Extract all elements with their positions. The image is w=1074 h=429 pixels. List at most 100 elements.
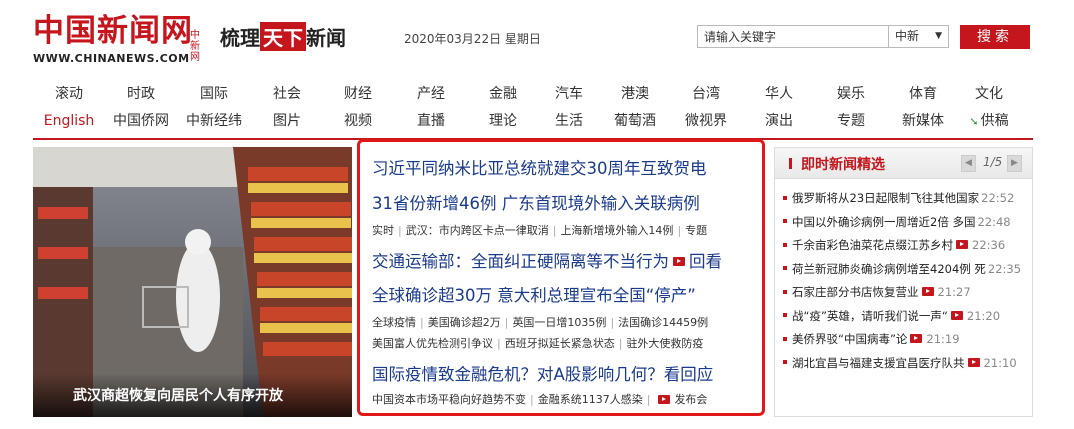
headline-1[interactable]: 习近平同纳米比亚总统就建交30周年互致贺电 <box>372 155 707 179</box>
nav-item[interactable]: ➘ 供稿 <box>969 110 1008 133</box>
prev-page-button[interactable]: ◀ <box>961 155 976 172</box>
headline-4[interactable]: 全球确诊超30万 意大利总理宣布全国“停产” <box>372 282 696 306</box>
news-item-time: 21:20 <box>966 308 1001 323</box>
nav-item[interactable]: 产经 <box>417 83 445 105</box>
search-scope-value: 中新 <box>895 29 920 43</box>
news-item[interactable]: 湖北宜昌与福建支援宜昌医疗队共 21:10 <box>783 355 1028 375</box>
nav-item-label: 娱乐 <box>837 86 865 102</box>
news-item[interactable]: 美侨界驳“中国病毒”论 21:19 <box>783 331 1028 351</box>
sub-link[interactable]: 全球疫情 <box>372 316 416 329</box>
nav-item[interactable]: 财经 <box>344 83 372 105</box>
nav-item[interactable]: 国际 <box>200 83 228 105</box>
nav-item[interactable]: 文化 <box>975 83 1003 105</box>
headline-2[interactable]: 31省份新增46例 广东首现境外输入关联病例 <box>372 190 700 214</box>
nav-item[interactable]: 社会 <box>273 83 301 105</box>
sub-link[interactable]: 实时 <box>372 224 394 237</box>
news-item[interactable]: 千余亩彩色油菜花点缀江苏乡村 22:36 <box>783 237 1028 257</box>
sub-link[interactable]: 中国资本市场平稳向好趋势不变 <box>372 393 526 406</box>
sub-link[interactable]: 美国确诊超2万 <box>428 316 501 329</box>
search-button[interactable]: 搜索 <box>960 25 1030 49</box>
replay-link[interactable]: 回看 <box>689 252 722 271</box>
news-item-time: 21:27 <box>937 285 971 299</box>
nav-item[interactable]: 直播 <box>417 110 445 132</box>
bullet-icon <box>783 219 787 223</box>
sub-link[interactable]: 美国富人优先检测引争议 <box>372 337 493 350</box>
news-item-time: 21:10 <box>983 355 1017 370</box>
nav-item[interactable]: 视频 <box>344 110 372 132</box>
nav-item[interactable]: 专题 <box>837 110 865 132</box>
news-item-time: 21:19 <box>926 332 960 346</box>
nav-item[interactable]: 微视界 <box>685 110 727 132</box>
bullet-icon <box>783 313 787 317</box>
search-scope-select[interactable]: 中新 ▼ <box>888 26 948 47</box>
sub-link[interactable]: 驻外大使救防疫 <box>626 337 703 350</box>
nav-item[interactable]: 中国侨网 <box>113 110 169 132</box>
news-item-title: 战“疫”英雄，请听我们说一声“ <box>792 308 948 323</box>
news-item[interactable]: 战“疫”英雄，请听我们说一声“ 21:20 <box>783 308 1028 328</box>
bullet-icon <box>783 336 787 341</box>
nav-item-label: 华人 <box>765 86 793 102</box>
nav-item-label: 财经 <box>344 86 372 102</box>
nav-item-label: 生活 <box>555 113 583 129</box>
nav-item[interactable]: 生活 <box>555 110 583 132</box>
logo-chinese: 中国新闻网 <box>33 13 193 49</box>
page-indicator: 1/5 <box>983 155 1003 169</box>
nav-item-label: English <box>43 113 95 129</box>
news-item-time: 22:36 <box>972 238 1006 252</box>
nav-item-label: 滚动 <box>55 86 83 102</box>
nav-item[interactable]: 中新经纬 <box>186 110 242 132</box>
news-item[interactable]: 俄罗斯将从23日起限制飞往其他国家 22:52 <box>783 190 1028 210</box>
nav-item[interactable]: 图片 <box>273 110 301 132</box>
video-icon <box>956 240 968 249</box>
sub-link[interactable]: 专题 <box>685 224 707 237</box>
nav-item-label: 文化 <box>975 86 1003 102</box>
news-item-title: 千余亩彩色油菜花点缀江苏乡村 <box>792 238 953 252</box>
sub-link[interactable]: 英国一日增1035例 <box>512 316 606 329</box>
slogan-box: 天下 <box>260 22 306 51</box>
featured-photo[interactable]: 武汉商超恢复向居民个人有序开放 <box>33 147 352 417</box>
news-item[interactable]: 中国以外确诊病例一周增近2倍 多国 22:48 <box>783 214 1028 234</box>
nav-item[interactable]: 华人 <box>765 83 793 105</box>
nav-item[interactable]: 体育 <box>909 83 937 105</box>
news-item[interactable]: 石家庄部分书店恢复营业 21:27 <box>783 284 1028 304</box>
nav-item-label: 演出 <box>765 113 793 129</box>
search-input[interactable] <box>698 26 888 47</box>
sub-link[interactable]: 法国确诊14459例 <box>618 316 708 329</box>
nav-item[interactable]: 汽车 <box>555 83 583 105</box>
headline-5[interactable]: 国际疫情致金融危机？对A股影响几何？看回应 <box>372 361 713 385</box>
sub-link[interactable]: 发布会 <box>674 393 707 406</box>
site-logo[interactable]: 中国新闻网 中新网 WWW.CHINANEWS.COM <box>33 13 200 65</box>
sub-links-4: 中国资本市场平稳向好趋势不变 | 金融系统1137人感染 | 发布会 <box>372 393 708 406</box>
nav-item-label: 中新经纬 <box>186 113 242 129</box>
sub-link[interactable]: 西班牙拟延长紧急状态 <box>505 337 615 350</box>
sub-link[interactable]: 武汉：市内跨区卡点一律取消 <box>406 224 549 237</box>
slogan-post: 新闻 <box>306 26 346 50</box>
headline-3-link[interactable]: 交通运输部：全面纠正硬隔离等不当行为 <box>372 252 669 271</box>
news-item-title: 石家庄部分书店恢复营业 <box>792 285 919 299</box>
nav-item[interactable]: 台湾 <box>692 83 720 105</box>
nav-item[interactable]: 滚动 <box>55 83 83 105</box>
nav-item[interactable]: 理论 <box>489 110 517 132</box>
nav-item[interactable]: 金融 <box>489 83 517 105</box>
nav-item-label: 新媒体 <box>902 113 944 129</box>
sub-links-2: 全球疫情 | 美国确诊超2万 | 英国一日增1035例 | 法国确诊14459例 <box>372 316 709 329</box>
nav-item[interactable]: 葡萄酒 <box>614 110 656 132</box>
nav-item[interactable]: 娱乐 <box>837 83 865 105</box>
news-item-title: 荷兰新冠肺炎确诊病例增至4204例 死 <box>792 261 986 276</box>
nav-item[interactable]: 港澳 <box>621 83 649 105</box>
nav-item[interactable]: 时政 <box>127 83 155 105</box>
bullet-icon <box>783 266 787 270</box>
news-item[interactable]: 荷兰新冠肺炎确诊病例增至4204例 死 22:35 <box>783 261 1028 281</box>
sub-link[interactable]: 上海新增境外输入14例 <box>560 224 673 237</box>
nav-item-label: 微视界 <box>685 113 727 129</box>
nav-item[interactable]: 演出 <box>765 110 793 132</box>
nav-item-label: 社会 <box>273 86 301 102</box>
photo-caption[interactable]: 武汉商超恢复向居民个人有序开放 <box>73 385 283 405</box>
nav-item[interactable]: 新媒体 <box>902 110 944 132</box>
bullet-icon <box>783 242 787 247</box>
sub-link[interactable]: 金融系统1137人感染 <box>538 393 643 406</box>
next-page-button[interactable]: ▶ <box>1007 155 1022 172</box>
nav-item[interactable]: English <box>44 110 95 132</box>
news-item-time: 22:35 <box>987 261 1022 276</box>
news-item-time: 22:48 <box>977 214 1011 229</box>
